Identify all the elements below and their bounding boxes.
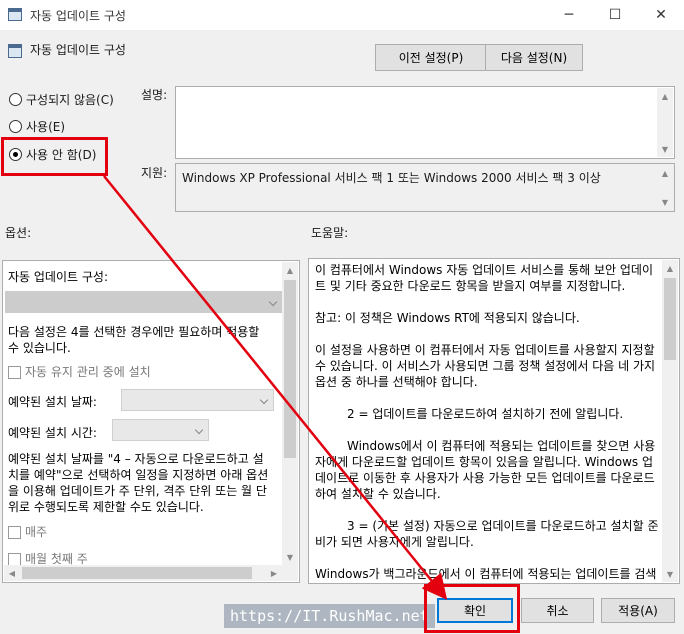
scroll-thumb[interactable]: [22, 567, 252, 579]
checkbox[interactable]: [8, 526, 21, 539]
options-label: 옵션:: [5, 226, 32, 240]
annotation-box-ok: [424, 584, 520, 633]
setting-icon: [8, 44, 22, 58]
first-week-label: 매월 첫째 주: [25, 552, 88, 566]
radio-label: 사용(E): [26, 120, 66, 134]
help-paragraph: 3 = (기본 설정) 자동으로 업데이트를 다운로드하고 설치할 준비가 되면…: [315, 519, 659, 549]
supported-label: 지원:: [141, 166, 168, 180]
scheduled-day-label: 예약된 설치 날짜:: [8, 395, 97, 409]
every-week-option[interactable]: 매주: [8, 523, 47, 540]
scroll-down-icon[interactable]: ▼: [662, 566, 678, 582]
comment-label: 설명:: [141, 88, 168, 102]
close-button[interactable]: ✕: [638, 0, 684, 30]
help-paragraph: Windows에서 이 컴퓨터에 적용되는 업데이트를 찾으면 사용자에게 다운…: [315, 439, 656, 501]
scroll-down-icon[interactable]: ▼: [282, 549, 298, 565]
scroll-left-icon[interactable]: ◀: [4, 565, 20, 581]
scroll-down-icon[interactable]: ▼: [657, 194, 673, 210]
radio-circle[interactable]: [9, 93, 22, 106]
help-vscrollbar[interactable]: ▲ ▼: [662, 260, 678, 582]
radio-enabled[interactable]: 사용(E): [9, 118, 65, 135]
radio-circle[interactable]: [9, 120, 22, 133]
radio-not-configured[interactable]: 구성되지 않음(C): [9, 91, 114, 108]
options-desc-line3: 을 이용해 업데이트가 주 단위, 격주 단위 또는 월 단: [8, 484, 267, 498]
options-desc-line4: 위로 수행되도록 제한할 수도 있습니다.: [8, 500, 204, 514]
scroll-right-icon[interactable]: ▶: [266, 565, 282, 581]
options-note-line2: 수 있습니다.: [8, 341, 71, 355]
maintenance-install-label: 자동 유지 관리 중에 설치: [25, 365, 151, 379]
help-paragraph: 이 설정을 사용하면 이 컴퓨터에서 자동 업데이트를 사용할지 지정할 수 있…: [315, 343, 656, 389]
prev-setting-button[interactable]: 이전 설정(P): [375, 44, 487, 71]
supported-box: Windows XP Professional 서비스 팩 1 또는 Windo…: [175, 163, 675, 212]
help-paragraph: 참고: 이 정책은 Windows RT에 적용되지 않습니다.: [315, 311, 580, 325]
every-week-label: 매주: [25, 525, 48, 539]
scroll-thumb[interactable]: [664, 278, 676, 360]
annotation-box-disabled: [1, 137, 108, 176]
window-title: 자동 업데이트 구성: [30, 9, 126, 23]
cancel-button[interactable]: 취소: [521, 598, 594, 623]
watermark: https://IT.RushMac.net: [224, 604, 435, 628]
scheduled-time-label: 예약된 설치 시간:: [8, 426, 97, 440]
scroll-up-icon[interactable]: ▲: [657, 165, 673, 181]
scroll-up-icon[interactable]: ▲: [662, 260, 678, 276]
options-hscrollbar[interactable]: ◀ ▶: [4, 565, 298, 581]
setting-title: 자동 업데이트 구성: [30, 43, 126, 57]
options-vscrollbar[interactable]: ▲ ▼: [282, 262, 298, 565]
help-panel: 이 컴퓨터에서 Windows 자동 업데이트 서비스를 통해 보안 업데이트 …: [308, 258, 680, 584]
scroll-up-icon[interactable]: ▲: [282, 262, 298, 278]
minimize-button[interactable]: ─: [546, 0, 592, 30]
scroll-down-icon[interactable]: ▼: [657, 141, 673, 157]
maximize-button[interactable]: ☐: [592, 0, 638, 30]
help-label: 도움말:: [311, 226, 349, 240]
comment-textarea[interactable]: ▲ ▼: [175, 86, 675, 159]
supported-text: Windows XP Professional 서비스 팩 1 또는 Windo…: [182, 171, 601, 185]
options-note-line1: 다음 설정은 4를 선택한 경우에만 필요하며 적용할: [8, 325, 260, 339]
scheduled-day-dropdown[interactable]: [121, 389, 274, 411]
help-paragraph: 2 = 업데이트를 다운로드하여 설치하기 전에 알립니다.: [347, 407, 624, 421]
help-paragraph: Windows가 백그라운드에서 이 컴퓨터에 적용되는 업데이트를 검색하고 …: [315, 567, 657, 581]
next-setting-button[interactable]: 다음 설정(N): [485, 44, 583, 71]
options-desc-line1: 예약된 설치 날짜를 "4 – 자동으로 다운로드하고 설: [8, 452, 264, 466]
apply-button[interactable]: 적용(A): [601, 598, 675, 623]
comment-scrollbar[interactable]: ▲ ▼: [657, 88, 673, 157]
policy-icon: [8, 8, 22, 21]
scroll-thumb[interactable]: [284, 280, 296, 458]
options-panel: 자동 업데이트 구성: 다음 설정은 4를 선택한 경우에만 필요하며 적용할 …: [2, 260, 300, 583]
scroll-up-icon[interactable]: ▲: [657, 88, 673, 104]
configure-dropdown[interactable]: [5, 291, 283, 313]
help-paragraph: 이 컴퓨터에서 Windows 자동 업데이트 서비스를 통해 보안 업데이트 …: [315, 263, 654, 293]
scheduled-time-dropdown[interactable]: [112, 419, 209, 441]
radio-label: 구성되지 않음(C): [26, 93, 114, 107]
options-desc-line2: 치를 예약"으로 선택하여 일정을 지정하면 아래 옵션: [8, 468, 269, 482]
supported-scrollbar[interactable]: ▲ ▼: [657, 165, 673, 210]
maintenance-install-option[interactable]: 자동 유지 관리 중에 설치: [8, 363, 151, 380]
configure-label: 자동 업데이트 구성:: [8, 270, 108, 284]
checkbox[interactable]: [8, 366, 21, 379]
